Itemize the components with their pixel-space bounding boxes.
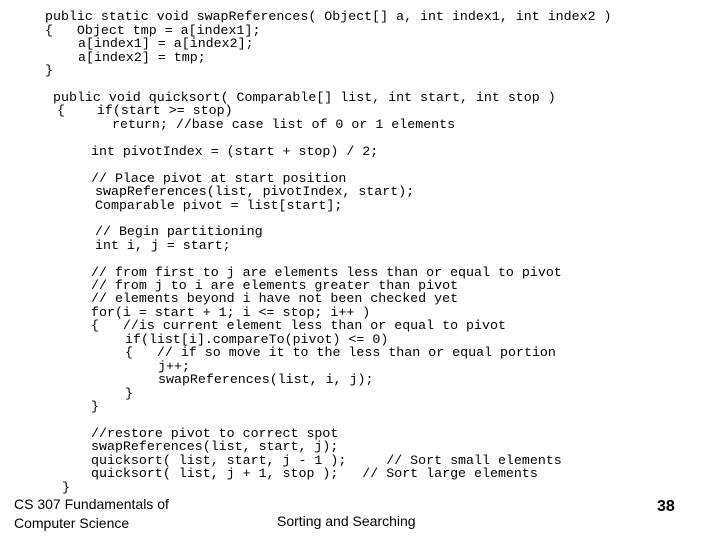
- code-line-for-close: }: [91, 399, 99, 414]
- code-comment-begin-partition: // Begin partitioning: [95, 224, 263, 239]
- code-line-declare-ij: int i, j = start;: [95, 238, 231, 253]
- code-line-pivot-index: int pivotIndex = (start + stop) / 2;: [91, 144, 379, 159]
- code-line-base-case-check: { if(start >= stop): [57, 103, 233, 118]
- code-comment-beyond-i: // elements beyond i have not been check…: [91, 291, 459, 306]
- page-number: 38: [657, 498, 675, 515]
- code-line-base-case-return: return; //base case list of 0 or 1 eleme…: [112, 117, 456, 132]
- code-line-swap-assign1: a[index1] = a[index2];: [78, 36, 254, 51]
- code-line-swap-assign2: a[index2] = tmp;: [78, 50, 206, 65]
- code-line-swap-restore: swapReferences(list, start, j);: [91, 439, 339, 454]
- footer-course-title: CS 307 Fundamentals of Computer Science: [14, 495, 169, 533]
- code-line-pivot-assign: Comparable pivot = list[start];: [95, 198, 343, 213]
- code-comment-is-current: { //is current element less than or equa…: [91, 318, 506, 333]
- code-line-if-close: }: [125, 386, 133, 401]
- footer-course-line2: Computer Science: [14, 515, 130, 531]
- code-line-swap-pivot: swapReferences(list, pivotIndex, start);: [95, 184, 415, 199]
- code-line-swap-i-j: swapReferences(list, i, j);: [158, 372, 374, 387]
- footer-course-line1: CS 307 Fundamentals of: [14, 496, 169, 512]
- footer-topic: Sorting and Searching: [277, 513, 416, 529]
- code-comment-move-less: { // if so move it to the less than or e…: [125, 345, 556, 360]
- code-line-swap-close: }: [45, 63, 53, 78]
- code-line-swap-signature: public static void swapReferences( Objec…: [45, 9, 612, 24]
- code-line-recurse-right: quicksort( list, j + 1, stop ); // Sort …: [91, 466, 538, 481]
- slide: public static void swapReferences( Objec…: [0, 0, 720, 540]
- code-line-quicksort-close: }: [62, 480, 70, 495]
